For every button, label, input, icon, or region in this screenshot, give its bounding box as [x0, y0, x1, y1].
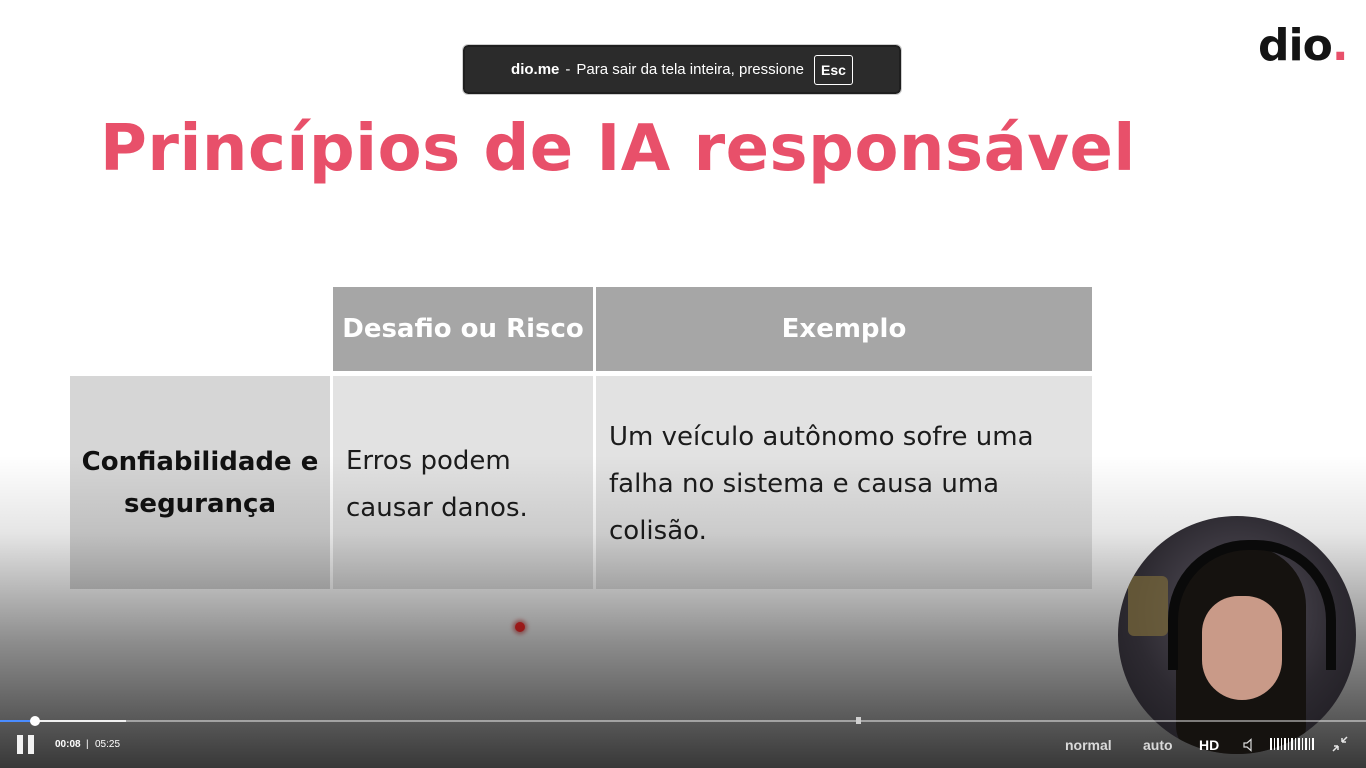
background-shelf [1128, 576, 1168, 636]
toast-message: Para sair da tela inteira, pressione [576, 61, 805, 78]
volume-icon[interactable] [1243, 737, 1257, 756]
volume-slider[interactable] [1270, 738, 1314, 750]
progress-handle[interactable] [30, 716, 40, 726]
row-label-line: Confiabilidade e [81, 446, 319, 477]
challenge-line: causar danos. [346, 493, 528, 523]
hd-button[interactable]: HD [1199, 737, 1219, 753]
current-time: 00:08 [55, 739, 81, 750]
row-label-line: segurança [123, 488, 277, 519]
logo-text: dio [1258, 20, 1333, 71]
progress-track[interactable] [0, 720, 1366, 722]
laser-pointer [515, 622, 525, 632]
pause-icon [17, 735, 23, 754]
table-row-label: Confiabilidade e segurança [70, 376, 330, 589]
dio-logo: dio. [1258, 20, 1349, 71]
toast-site: dio.me [511, 61, 560, 78]
table-cell-challenge: Erros podem causar danos. [333, 376, 593, 589]
quality-auto-button[interactable]: auto [1143, 737, 1173, 753]
challenge-line: Erros podem [346, 446, 511, 476]
logo-dot: . [1331, 20, 1349, 71]
fullscreen-toast: dio.me - Para sair da tela inteira, pres… [462, 44, 902, 95]
speed-button[interactable]: normal [1065, 737, 1112, 753]
duration: 05:25 [95, 739, 121, 750]
pause-icon-bar [28, 735, 34, 754]
progress-marker [856, 717, 861, 724]
table-header-challenge: Desafio ou Risco [333, 287, 593, 371]
headset [1168, 540, 1336, 670]
presenter-webcam [1118, 516, 1356, 754]
video-player[interactable]: Princípios de IA responsável Desafio ou … [0, 0, 1366, 768]
slide-title: Princípios de IA responsável [100, 112, 1136, 186]
time-separator: | [86, 739, 89, 750]
table-header-example: Exemplo [596, 287, 1092, 371]
pause-button[interactable] [16, 735, 36, 754]
example-line: falha no sistema e causa uma [609, 469, 1000, 499]
table-cell-example: Um veículo autônomo sofre uma falha no s… [596, 376, 1092, 589]
example-line: colisão. [609, 516, 707, 546]
exit-fullscreen-icon[interactable] [1332, 736, 1348, 756]
toast-separator: - [565, 61, 571, 78]
toast-esc-key: Esc [814, 54, 853, 85]
example-line: Um veículo autônomo sofre uma [609, 422, 1034, 452]
